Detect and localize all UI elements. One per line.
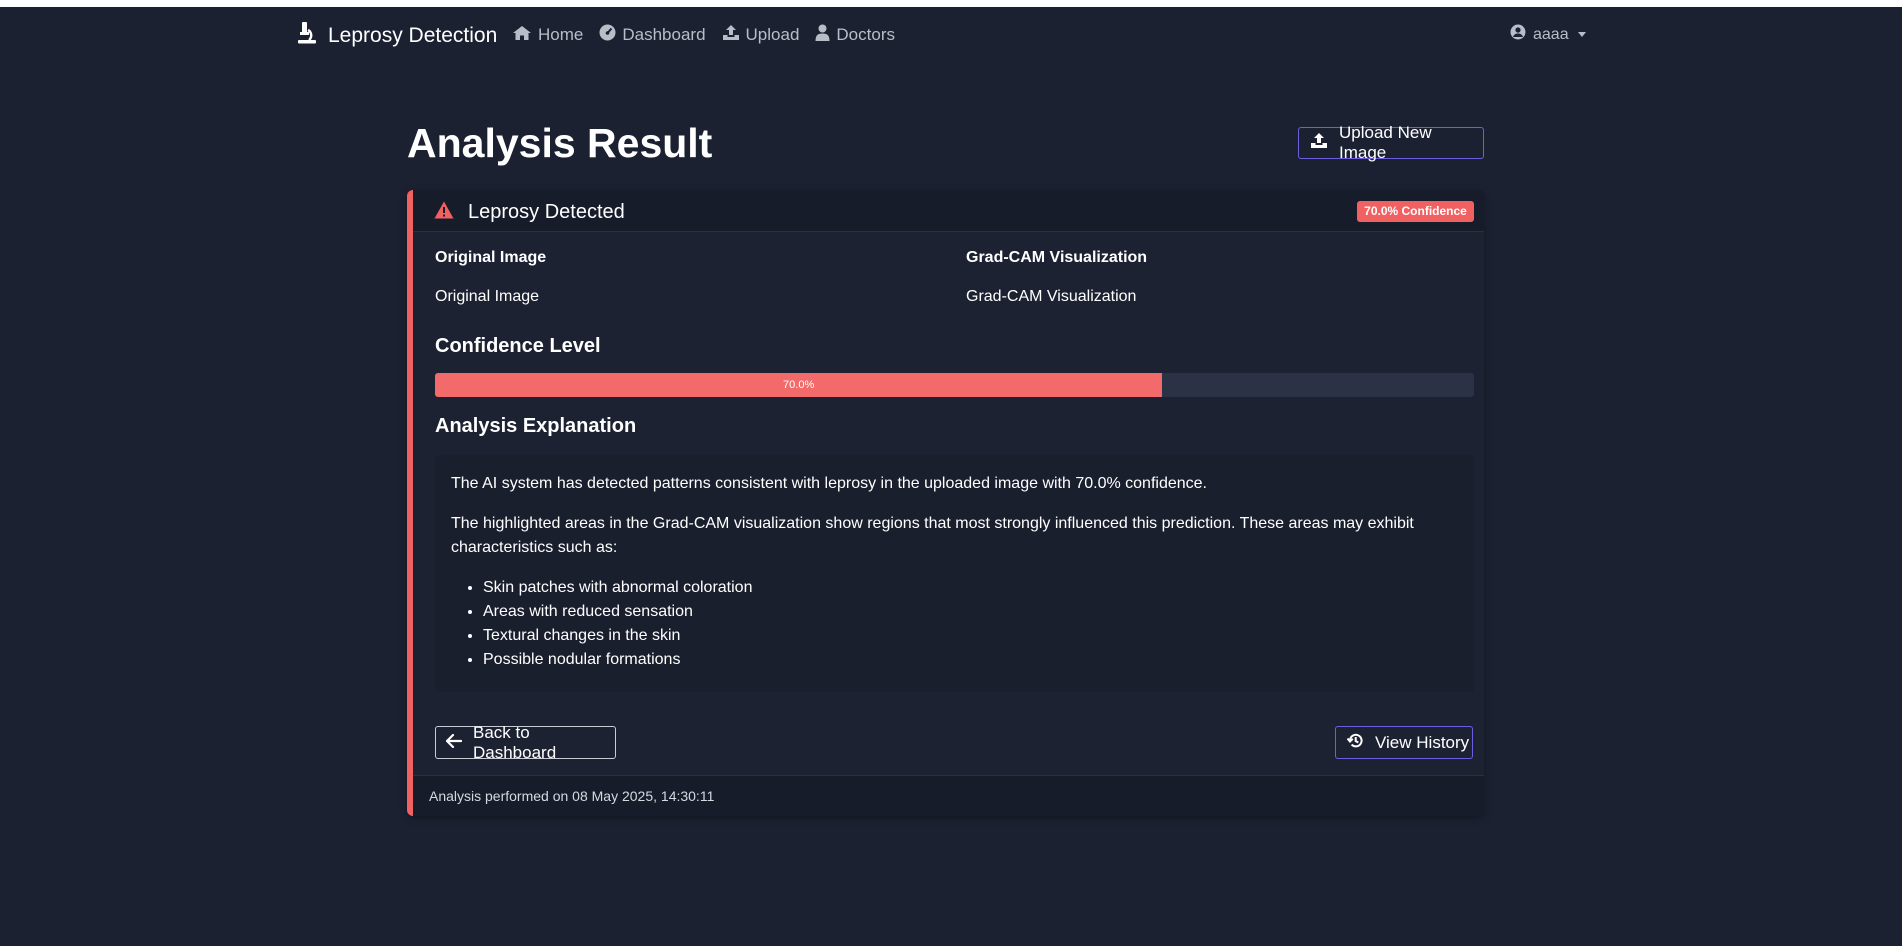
list-item: Areas with reduced sensation	[483, 600, 1458, 624]
nav-link-label: Home	[538, 25, 584, 44]
window-top-strip	[0, 0, 1902, 7]
username: aaaa	[1533, 25, 1569, 43]
home-icon	[512, 25, 532, 46]
warning-icon	[434, 201, 454, 224]
nav-link-label: Dashboard	[622, 25, 706, 44]
arrow-left-icon	[445, 733, 463, 753]
dashboard-icon	[599, 24, 616, 46]
list-item: Possible nodular formations	[483, 648, 1458, 672]
original-image-label: Original Image	[435, 249, 547, 266]
brand-name: Leprosy Detection	[328, 23, 498, 47]
history-icon	[1346, 732, 1364, 754]
result-card: Leprosy Detected 70.0% Confidence Origin…	[407, 190, 1484, 816]
user-circle-icon	[1510, 24, 1526, 45]
view-history-label: View History	[1375, 732, 1470, 752]
navbar: Leprosy Detection Home Dashboard Upload …	[0, 7, 1902, 63]
back-to-dashboard-button[interactable]: Back to Dashboard	[435, 723, 616, 762]
user-menu[interactable]: aaaa	[1510, 24, 1586, 45]
explanation-box: The AI system has detected patterns cons…	[435, 455, 1474, 692]
upload-icon	[722, 24, 740, 46]
doctor-icon	[815, 24, 830, 46]
result-card-header: Leprosy Detected 70.0% Confidence	[413, 190, 1484, 232]
explanation-paragraph: The AI system has detected patterns cons…	[451, 475, 1207, 492]
analysis-explanation-title: Analysis Explanation	[435, 415, 637, 437]
gradcam-image: Grad-CAM Visualization	[966, 288, 1136, 306]
page-title: Analysis Result	[407, 120, 713, 166]
result-status: Leprosy Detected	[468, 201, 625, 223]
characteristics-list: Skin patches with abnormal coloration Ar…	[451, 576, 1458, 672]
microscope-icon	[296, 21, 318, 50]
upload-new-image-label: Upload New Image	[1339, 123, 1432, 162]
upload-icon	[1310, 132, 1328, 154]
nav-link-doctors[interactable]: Doctors	[815, 24, 895, 46]
list-item: Skin patches with abnormal coloration	[483, 576, 1458, 600]
nav-link-dashboard[interactable]: Dashboard	[599, 24, 706, 46]
chevron-down-icon	[1577, 32, 1586, 37]
confidence-level-title: Confidence Level	[435, 335, 601, 357]
nav-link-label: Doctors	[836, 25, 895, 44]
confidence-progress-bar: 70.0%	[435, 373, 1474, 397]
nav-link-upload[interactable]: Upload	[722, 24, 800, 46]
original-image-alt: Original Image	[435, 288, 540, 305]
analysis-timestamp: Analysis performed on 08 May 2025, 14:30…	[413, 775, 1484, 816]
gradcam-image-alt: Grad-CAM Visualization	[966, 288, 1137, 305]
confidence-progress-fill: 70.0%	[435, 373, 1163, 397]
nav-links: Home Dashboard Upload Doctors	[512, 24, 895, 46]
original-image: Original Image	[435, 288, 539, 306]
gradcam-label: Grad-CAM Visualization	[966, 249, 1148, 266]
brand[interactable]: Leprosy Detection	[296, 21, 497, 50]
list-item: Textural changes in the skin	[483, 624, 1458, 648]
confidence-badge: 70.0% Confidence	[1357, 201, 1474, 222]
nav-link-label: Upload	[745, 25, 800, 44]
explanation-paragraph: The highlighted areas in the Grad-CAM vi…	[451, 515, 1414, 556]
back-to-dashboard-label: Back to Dashboard	[473, 722, 557, 762]
view-history-button[interactable]: View History	[1335, 726, 1473, 759]
nav-link-home[interactable]: Home	[512, 24, 583, 46]
upload-new-image-button[interactable]: Upload New Image	[1298, 123, 1484, 162]
